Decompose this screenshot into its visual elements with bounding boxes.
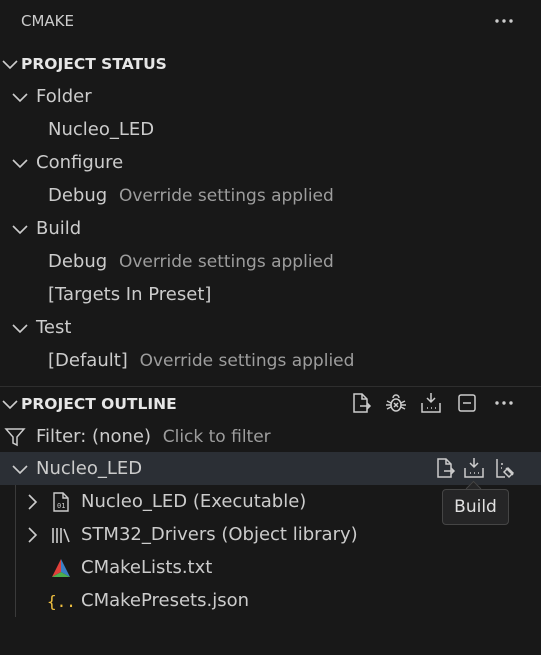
status-build-label: Build <box>36 218 82 239</box>
status-build-targets[interactable]: [Targets In Preset] <box>0 278 541 311</box>
chevron-down-icon <box>0 394 20 414</box>
build-project-icon[interactable] <box>461 455 487 481</box>
more-outline-actions-icon[interactable] <box>491 390 517 416</box>
svg-text:01: 01 <box>57 502 65 510</box>
outline-root-label: Nucleo_LED <box>36 458 143 479</box>
configure-project-icon[interactable] <box>432 455 458 481</box>
more-actions-icon[interactable] <box>491 8 517 34</box>
library-icon <box>50 524 72 546</box>
build-all-icon[interactable] <box>418 390 444 416</box>
panel-title: CMAKE <box>21 12 74 30</box>
status-configure-preset[interactable]: Debug Override settings applied <box>0 179 541 212</box>
outline-item-label: CMakePresets.json <box>81 590 250 611</box>
chevron-down-icon <box>0 54 20 74</box>
configure-all-icon[interactable] <box>348 390 374 416</box>
test-override-note: Override settings applied <box>139 351 355 371</box>
outline-item-executable[interactable]: 01 Nucleo_LED (Executable) <box>0 485 541 518</box>
configure-override-note: Override settings applied <box>118 186 334 206</box>
status-test-preset[interactable]: [Default] Override settings applied <box>0 344 541 377</box>
outline-item-label: STM32_Drivers (Object library) <box>81 524 358 545</box>
collapse-all-icon[interactable] <box>454 390 480 416</box>
clean-rebuild-icon[interactable] <box>491 455 517 481</box>
build-override-note: Override settings applied <box>118 252 334 272</box>
build-targets-value: [Targets In Preset] <box>48 284 212 305</box>
outline-item-cmakelists[interactable]: CMakeLists.txt <box>0 551 541 584</box>
chevron-right-icon <box>22 492 42 512</box>
outline-root-row[interactable]: Nucleo_LED <box>0 452 541 485</box>
status-folder-value[interactable]: Nucleo_LED <box>0 113 541 146</box>
section-title: PROJECT STATUS <box>21 54 167 73</box>
test-preset-value: [Default] <box>48 350 128 371</box>
outline-item-cmakepresets[interactable]: {..} CMakePresets.json <box>0 584 541 617</box>
build-preset-value: Debug <box>48 251 108 272</box>
filter-icon <box>4 426 26 448</box>
chevron-down-icon <box>10 219 30 239</box>
section-title: PROJECT OUTLINE <box>21 394 177 413</box>
outline-item-library[interactable]: STM32_Drivers (Object library) <box>0 518 541 551</box>
status-folder[interactable]: Folder <box>0 80 541 113</box>
project-status-header[interactable]: PROJECT STATUS <box>0 47 541 80</box>
status-test-label: Test <box>36 317 72 338</box>
svg-text:{..}: {..} <box>47 592 76 611</box>
filter-row[interactable]: Filter: (none) Click to filter <box>0 420 541 453</box>
filter-hint: Click to filter <box>162 427 271 447</box>
status-configure-label: Configure <box>36 152 124 173</box>
chevron-down-icon <box>10 153 30 173</box>
chevron-down-icon <box>10 87 30 107</box>
status-build[interactable]: Build <box>0 212 541 245</box>
outline-item-label: Nucleo_LED (Executable) <box>81 491 307 512</box>
status-configure[interactable]: Configure <box>0 146 541 179</box>
executable-icon: 01 <box>50 491 72 513</box>
cmake-file-icon <box>50 557 72 579</box>
chevron-right-icon <box>22 525 42 545</box>
json-file-icon: {..} <box>46 590 76 612</box>
folder-value: Nucleo_LED <box>48 119 155 140</box>
filter-label: Filter: (none) <box>36 426 151 447</box>
chevron-down-icon <box>10 318 30 338</box>
debug-icon[interactable] <box>383 390 409 416</box>
status-folder-label: Folder <box>36 86 92 107</box>
status-build-preset[interactable]: Debug Override settings applied <box>0 245 541 278</box>
configure-preset-value: Debug <box>48 185 108 206</box>
status-test[interactable]: Test <box>0 311 541 344</box>
outline-item-label: CMakeLists.txt <box>81 557 213 578</box>
chevron-down-icon <box>10 459 30 479</box>
